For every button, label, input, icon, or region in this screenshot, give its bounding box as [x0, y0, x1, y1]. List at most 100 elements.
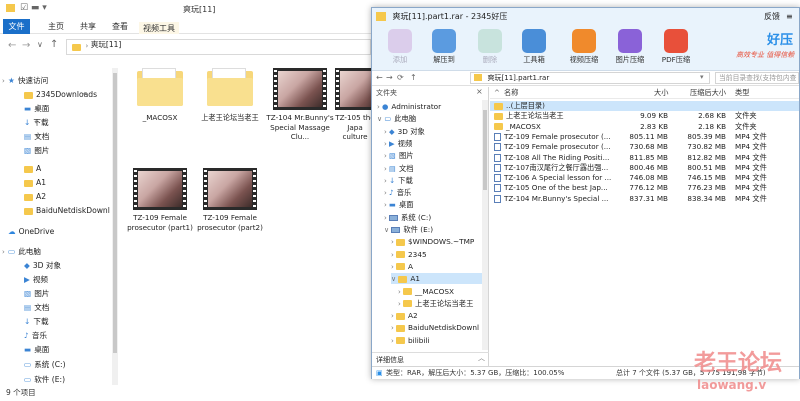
table-row[interactable]: TZ-108 All The Riding Positi... 811.85 MB… [490, 153, 799, 163]
folder-item[interactable]: _MACOSX [125, 68, 195, 123]
sidebar-item[interactable]: BaiduNetdiskDownl [24, 204, 110, 218]
sidebar-item[interactable]: A2 [24, 190, 46, 204]
video-file-item[interactable]: TZ-105 the Japa culture [335, 68, 375, 142]
sidebar-item[interactable]: ★ 快速访问 › [2, 74, 48, 88]
video-file-item[interactable]: TZ-104 Mr.Bunny's Special Massage Clu... [265, 68, 335, 142]
tree-item[interactable]: › BaiduNetdiskDownl [391, 322, 482, 333]
sidebar-item[interactable]: ▬ 桌面 [24, 343, 49, 357]
sidebar-item[interactable]: ▤ 文档 [24, 301, 49, 315]
pdf-compress-button[interactable]: PDF压缩 [654, 29, 698, 65]
tree-item[interactable]: › ▶ 视频 [384, 138, 482, 149]
column-packed-size[interactable]: 压缩后大小 [690, 87, 726, 99]
sidebar-item[interactable]: ▭ 此电脑 › [2, 245, 41, 259]
sidebar-item-label: BaiduNetdiskDownl [36, 206, 110, 215]
tab-home[interactable]: 主页 [44, 20, 68, 34]
back-arrow-icon[interactable]: ← [376, 73, 383, 82]
menu-icon[interactable]: ≡ [786, 8, 793, 26]
folder-item[interactable]: 上老王论坛当老王 [195, 68, 265, 123]
sidebar-item[interactable]: 2345Downloads ✦ [24, 88, 97, 102]
folder-icon [24, 179, 33, 187]
column-size[interactable]: 大小 [654, 87, 668, 99]
chevron-up-icon[interactable]: ︿ [478, 353, 485, 363]
tree-item[interactable]: ∨ ▭ 此电脑 [377, 113, 482, 124]
tree-item[interactable]: › A [391, 261, 482, 272]
table-row[interactable]: TZ-109 Female prosecutor (... 730.68 MB 73… [490, 142, 799, 152]
tree-scrollbar[interactable] [482, 100, 488, 350]
video-file-item[interactable]: TZ-109 Female prosecutor (part2) [195, 168, 265, 232]
forward-arrow-icon[interactable]: → [22, 40, 30, 51]
sidebar-item[interactable]: A1 [24, 176, 46, 190]
feedback-link[interactable]: 反馈 [764, 8, 780, 26]
address-bar[interactable]: › 爽玩[11] [66, 39, 371, 55]
tree-item[interactable]: › 2345 [391, 249, 482, 260]
table-row[interactable]: 上老王论坛当老王 9.09 KB 2.68 KB 文件夹 [490, 111, 799, 121]
sidebar-item[interactable]: ♪ 音乐 [24, 329, 47, 343]
refresh-icon[interactable]: ⟳ [397, 73, 404, 82]
tree-item[interactable]: ∨ A1 [391, 273, 482, 285]
sidebar-item[interactable]: ▭ 系统 (C:) [24, 358, 66, 372]
tree-item[interactable]: › __MACOSX [398, 286, 482, 297]
toolbox-button[interactable]: 工具箱 [512, 29, 556, 65]
table-row[interactable]: TZ-104 Mr.Bunny's Special ... 837.31 MB 83… [490, 194, 799, 204]
tree-item[interactable]: › ▤ 文档 [384, 163, 482, 174]
tree-item[interactable]: › ↓ 下载 [384, 175, 482, 186]
folder-icon [494, 102, 503, 110]
details-header[interactable]: 详细信息 [372, 352, 489, 366]
sidebar-item[interactable]: ▧ 图片 ✦ [24, 144, 49, 158]
search-input[interactable]: 当前目录查找(支持包内查 [715, 72, 799, 84]
table-row[interactable]: _MACOSX 2.83 KB 2.18 KB 文件夹 [490, 122, 799, 132]
sidebar-item[interactable]: ▧ 图片 [24, 287, 49, 301]
sidebar-item[interactable]: ☁ OneDrive [8, 225, 54, 239]
add-button[interactable]: 添加 [378, 29, 422, 65]
tree-item[interactable]: › ♪ 音乐 [384, 187, 482, 198]
up-arrow-icon[interactable]: ↑ [410, 73, 417, 82]
tree-item[interactable]: › $WINDOWS.~TMP [391, 236, 482, 247]
close-icon[interactable]: × [476, 87, 483, 96]
table-row[interactable]: TZ-109 Female prosecutor (... 805.11 MB 80… [490, 132, 799, 142]
expand-chevron-icon[interactable]: ∨ [384, 226, 391, 234]
sidebar-item[interactable]: ▶ 视频 [24, 273, 48, 287]
tree-item[interactable]: › ▬ 桌面 [384, 199, 482, 210]
recent-chevron-icon[interactable]: ∨ [37, 40, 43, 49]
delete-button[interactable]: 删除 [468, 29, 512, 65]
tree-item[interactable]: › ▧ 图片 [384, 150, 482, 161]
table-row[interactable]: TZ-106 A Special lesson for ... 746.08 MB… [490, 173, 799, 183]
back-arrow-icon[interactable]: ← [8, 40, 16, 51]
tree-item[interactable]: › ◆ 3D 对象 [384, 126, 482, 137]
tab-file[interactable]: 文件 [3, 19, 30, 34]
tree-item[interactable]: › 系统 (C:) [384, 212, 482, 223]
archive-path-box[interactable]: 爽玩[11].part1.rar [470, 72, 710, 84]
file-icon [494, 163, 501, 172]
column-name[interactable]: 名称 [504, 87, 518, 99]
tree-item[interactable]: › 上老王论坛当老王 [398, 298, 482, 309]
sidebar-item[interactable]: ↓ 下载 [24, 315, 49, 329]
expand-chevron-icon[interactable]: › [2, 245, 5, 259]
expand-chevron-icon[interactable]: › [2, 74, 5, 88]
video-file-item[interactable]: TZ-109 Female prosecutor (part1) [125, 168, 195, 232]
extract-button[interactable]: 解压到 [422, 29, 466, 65]
tab-share[interactable]: 共享 [76, 20, 100, 34]
sidebar-item[interactable]: ◆ 3D 对象 [24, 259, 61, 273]
tab-view[interactable]: 查看 [108, 20, 132, 34]
table-row[interactable]: TZ-105 One of the best Jap... 776.12 MB 77… [490, 183, 799, 193]
sidebar-item[interactable]: A [24, 162, 41, 176]
tree-item[interactable]: › bilibili [391, 335, 482, 346]
path-dropdown-icon[interactable]: ▾ [700, 73, 704, 81]
quick-access-toolbar[interactable]: ☑ ▬ ▾ [20, 3, 47, 13]
up-arrow-icon[interactable]: ↑ [50, 39, 58, 50]
column-type[interactable]: 类型 [735, 87, 749, 99]
nav-scrollbar[interactable] [112, 68, 118, 392]
forward-arrow-icon[interactable]: → [386, 73, 393, 82]
image-compress-button[interactable]: 图片压缩 [608, 29, 652, 65]
sidebar-item[interactable]: ▬ 桌面 ✦ [24, 102, 49, 116]
tree-item[interactable]: › ● Administrator [377, 101, 482, 112]
table-row[interactable]: ..(上层目录) [490, 101, 799, 112]
video-compress-button[interactable]: 视频压缩 [562, 29, 606, 65]
tree-item[interactable]: ∨ 软件 (E:) [384, 224, 482, 235]
sidebar-item[interactable]: ↓ 下载 ✦ [24, 116, 49, 130]
table-row[interactable]: TZ-107南汉尾行之餐厅露出强... 800.46 MB 800.51 MB MP4… [490, 163, 799, 173]
expand-chevron-icon[interactable]: ∨ [391, 275, 398, 283]
sidebar-item[interactable]: ▤ 文档 ✦ [24, 130, 49, 144]
folder-icon [6, 4, 15, 12]
tree-item[interactable]: › A2 [391, 310, 482, 321]
